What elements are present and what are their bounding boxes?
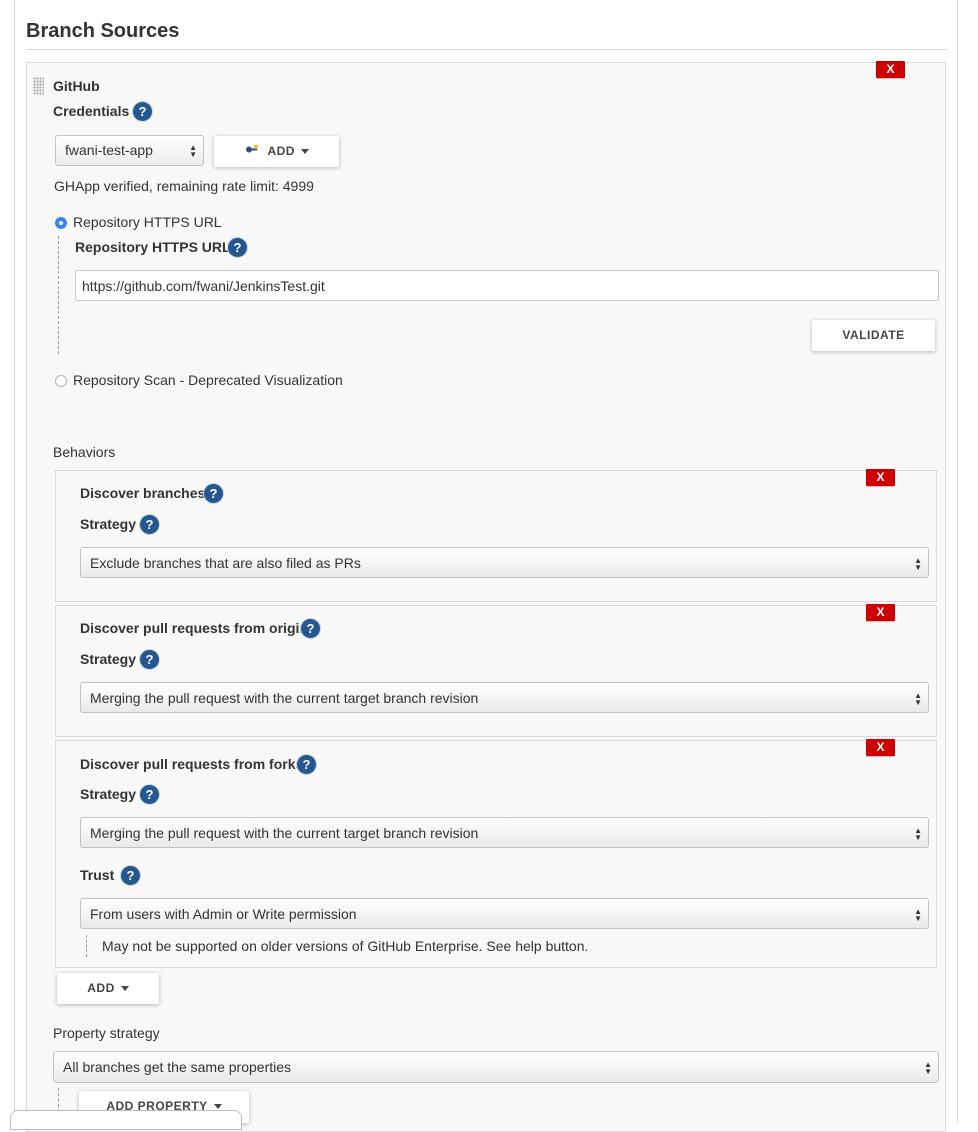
chevron-down-icon [213, 1104, 222, 1110]
add-behavior-label: ADD [87, 981, 115, 995]
repository-url-field-label: Repository HTTPS URL [75, 239, 231, 255]
note-guide [86, 935, 87, 957]
repository-url-help-icon[interactable]: ? [228, 238, 247, 257]
behavior-title: Discover pull requests from forks [80, 756, 304, 772]
trust-select[interactable]: From users with Admin or Write permissio… [80, 898, 929, 929]
validate-button[interactable]: VALIDATE [812, 320, 935, 351]
updown-arrows-icon: ▲ ▼ [924, 1060, 932, 1076]
behavior-title: Discover branches [80, 485, 206, 501]
property-strategy-label: Property strategy [53, 1025, 160, 1041]
updown-arrows-icon: ▲ ▼ [914, 691, 922, 707]
behavior-title: Discover pull requests from origin [80, 620, 308, 636]
popup-fragment [10, 1110, 242, 1130]
credentials-help-icon[interactable]: ? [133, 102, 152, 121]
delete-github-source-button[interactable]: X [876, 61, 905, 78]
property-strategy-select[interactable]: All branches get the same properties ▲ ▼ [53, 1051, 939, 1083]
drag-handle-icon[interactable] [33, 77, 44, 95]
behavior-discover-pr-forks [55, 740, 937, 968]
property-strategy-value: All branches get the same properties [63, 1059, 292, 1075]
add-credentials-button[interactable]: ADD [214, 136, 339, 167]
strategy-help-icon[interactable]: ? [140, 650, 159, 669]
radio-section-guide [58, 236, 59, 354]
radio-repository-scan-label[interactable]: Repository Scan - Deprecated Visualizati… [73, 372, 343, 388]
delete-behavior-button[interactable]: X [866, 469, 895, 486]
updown-arrows-icon: ▲ ▼ [914, 907, 922, 923]
delete-behavior-button[interactable]: X [866, 604, 895, 621]
credentials-select-value: fwani-test-app [65, 142, 153, 158]
credentials-label: Credentials [53, 103, 130, 119]
add-behavior-button[interactable]: ADD [57, 973, 159, 1004]
trust-select-value: From users with Admin or Write permissio… [90, 906, 357, 922]
section-divider [26, 49, 948, 50]
updown-arrows-icon: ▲ ▼ [914, 556, 922, 572]
trust-note-text: May not be supported on older versions o… [102, 938, 589, 954]
github-source-title: GitHub [53, 78, 100, 94]
trust-help-icon[interactable]: ? [121, 866, 140, 885]
behavior-help-icon[interactable]: ? [301, 619, 320, 638]
strategy-select-value: Merging the pull request with the curren… [90, 825, 479, 841]
behavior-help-icon[interactable]: ? [204, 484, 223, 503]
credentials-status-text: GHApp verified, remaining rate limit: 49… [54, 178, 314, 194]
radio-repository-https-url[interactable] [55, 217, 67, 229]
section-title: Branch Sources [26, 20, 180, 42]
strategy-help-icon[interactable]: ? [140, 785, 159, 804]
strategy-select[interactable]: Exclude branches that are also filed as … [80, 547, 929, 578]
radio-repository-scan[interactable] [55, 375, 67, 387]
credentials-select[interactable]: fwani-test-app ▲ ▼ [55, 135, 204, 166]
trust-label: Trust [80, 867, 115, 883]
strategy-label: Strategy [80, 651, 137, 667]
radio-repository-https-url-label[interactable]: Repository HTTPS URL [73, 214, 222, 230]
behavior-help-icon[interactable]: ? [297, 755, 316, 774]
chevron-down-icon [300, 149, 309, 155]
strategy-select[interactable]: Merging the pull request with the curren… [80, 817, 929, 848]
strategy-select[interactable]: Merging the pull request with the curren… [80, 682, 929, 713]
updown-arrows-icon: ▲ ▼ [914, 826, 922, 842]
strategy-label: Strategy [80, 516, 137, 532]
behaviors-label: Behaviors [53, 444, 116, 460]
delete-behavior-button[interactable]: X [866, 739, 895, 756]
strategy-select-value: Exclude branches that are also filed as … [90, 555, 361, 571]
repository-url-input[interactable] [75, 270, 939, 301]
chevron-down-icon [120, 986, 129, 992]
key-icon [244, 136, 260, 167]
strategy-label: Strategy [80, 786, 137, 802]
strategy-help-icon[interactable]: ? [140, 515, 159, 534]
updown-arrows-icon: ▲ ▼ [189, 143, 197, 159]
strategy-select-value: Merging the pull request with the curren… [90, 690, 479, 706]
add-credentials-label: ADD [267, 144, 295, 158]
